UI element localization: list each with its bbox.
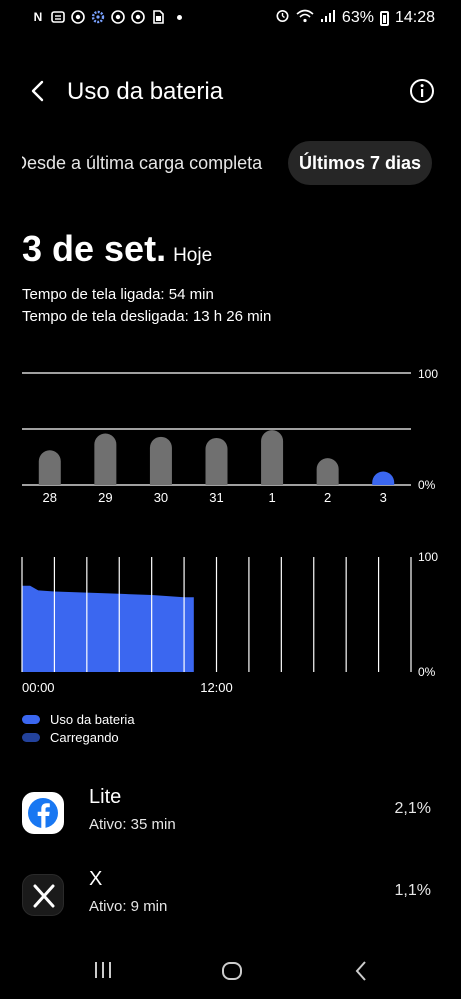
app-battery-percent: 2,1% bbox=[394, 800, 431, 817]
y-tick-label: 100 bbox=[418, 367, 438, 381]
y-tick-label: 0% bbox=[418, 478, 436, 492]
x-tick-label: 00:00 bbox=[22, 680, 55, 695]
tab-last-7-days-label: Últimos 7 dias bbox=[298, 152, 422, 173]
legend-usage: Uso da bateria bbox=[22, 712, 135, 727]
back-button[interactable] bbox=[26, 78, 52, 104]
info-icon bbox=[410, 79, 434, 103]
date-suffix: Hoje bbox=[173, 245, 213, 266]
status-left-icons: N bbox=[31, 10, 182, 24]
x-tick-label: 29 bbox=[98, 490, 112, 505]
bar-day-30 bbox=[149, 436, 172, 485]
legend-charging-label: Carregando bbox=[50, 730, 119, 745]
bar-day-29 bbox=[94, 433, 117, 485]
status-right: 63% 14:28 bbox=[275, 8, 435, 28]
recents-icon bbox=[95, 962, 111, 978]
app-name: Lite bbox=[89, 786, 122, 808]
news-icon bbox=[51, 10, 65, 24]
app-battery-percent: 1,1% bbox=[394, 882, 431, 899]
signal-icon bbox=[320, 9, 336, 28]
chrome-icon bbox=[131, 10, 145, 24]
legend-usage-label: Uso da bateria bbox=[50, 712, 135, 727]
date-value: 3 de set. bbox=[22, 228, 167, 269]
bar-day-28 bbox=[38, 450, 61, 485]
bar-day-3 bbox=[372, 471, 395, 485]
nav-back-icon bbox=[355, 961, 366, 981]
wifi-icon bbox=[296, 9, 314, 28]
x-tick-label: 31 bbox=[209, 490, 223, 505]
selected-date: 3 de set. Hoje bbox=[22, 228, 212, 270]
back-arrow-icon bbox=[31, 80, 44, 102]
tab-last-7-days[interactable]: Últimos 7 dias bbox=[288, 141, 432, 185]
x-tick-label: 28 bbox=[43, 490, 57, 505]
alarm-icon bbox=[275, 8, 290, 28]
status-bar: N 63% 14:28 bbox=[0, 0, 461, 36]
legend-usage-swatch bbox=[22, 715, 40, 724]
x-tick-label: 30 bbox=[154, 490, 168, 505]
home-icon bbox=[222, 962, 242, 980]
battery-percent: 63% bbox=[341, 9, 374, 26]
battery-usage-area bbox=[22, 585, 194, 672]
x-icon bbox=[22, 874, 64, 916]
period-tabs: Desde a última carga completa Últimos 7 … bbox=[0, 141, 461, 185]
app-row-lite[interactable]: Lite Ativo: 35 min 2,1% bbox=[0, 786, 461, 848]
page-title: Uso da bateria bbox=[67, 78, 224, 105]
more-notifications-dot bbox=[177, 14, 182, 20]
nav-back-button[interactable] bbox=[348, 958, 376, 984]
y-tick-label: 100 bbox=[418, 550, 438, 564]
app-name: X bbox=[89, 868, 103, 890]
tab-since-last-charge-label: Desde a última carga completa bbox=[22, 153, 263, 173]
system-nav-bar bbox=[0, 950, 461, 990]
app-row-x[interactable]: X Ativo: 9 min 1,1% bbox=[0, 868, 461, 930]
y-tick-label: 0% bbox=[418, 665, 436, 679]
chrome-icon bbox=[71, 10, 85, 24]
facebook-icon bbox=[22, 792, 64, 834]
x-tick-label: 12:00 bbox=[200, 680, 233, 695]
notification-n-icon: N bbox=[33, 10, 43, 24]
battery-icon bbox=[379, 10, 389, 26]
x-tick-label: 3 bbox=[380, 490, 387, 505]
home-button[interactable] bbox=[218, 958, 246, 984]
legend-charging-swatch bbox=[22, 733, 40, 742]
x-tick-label: 2 bbox=[324, 490, 331, 505]
clock: 14:28 bbox=[394, 9, 435, 26]
app-active-time: Ativo: 9 min bbox=[89, 898, 168, 915]
legend-charging: Carregando bbox=[22, 730, 119, 745]
bar-day-1 bbox=[261, 430, 284, 485]
bar-day-2 bbox=[316, 458, 339, 485]
tab-since-last-charge[interactable]: Desde a última carga completa bbox=[22, 153, 274, 174]
weekly-bar-chart: 100 0% 28 29 30 31 1 2 3 bbox=[22, 367, 438, 505]
app-active-time: Ativo: 35 min bbox=[89, 816, 176, 833]
x-tick-label: 1 bbox=[268, 490, 275, 505]
sim-icon bbox=[151, 10, 165, 24]
app-header: Uso da bateria bbox=[0, 64, 461, 120]
chrome-icon bbox=[111, 10, 125, 24]
bar-day-31 bbox=[205, 437, 228, 485]
screen-off-time: Tempo de tela desligada: 13 h 26 min bbox=[22, 308, 272, 325]
info-button[interactable] bbox=[409, 78, 435, 104]
recents-button[interactable] bbox=[88, 958, 118, 982]
settings-flower-icon bbox=[91, 10, 105, 24]
screen-on-time: Tempo de tela ligada: 54 min bbox=[22, 286, 214, 303]
daily-area-chart: 100 0% 00:00 12:00 bbox=[21, 550, 438, 695]
